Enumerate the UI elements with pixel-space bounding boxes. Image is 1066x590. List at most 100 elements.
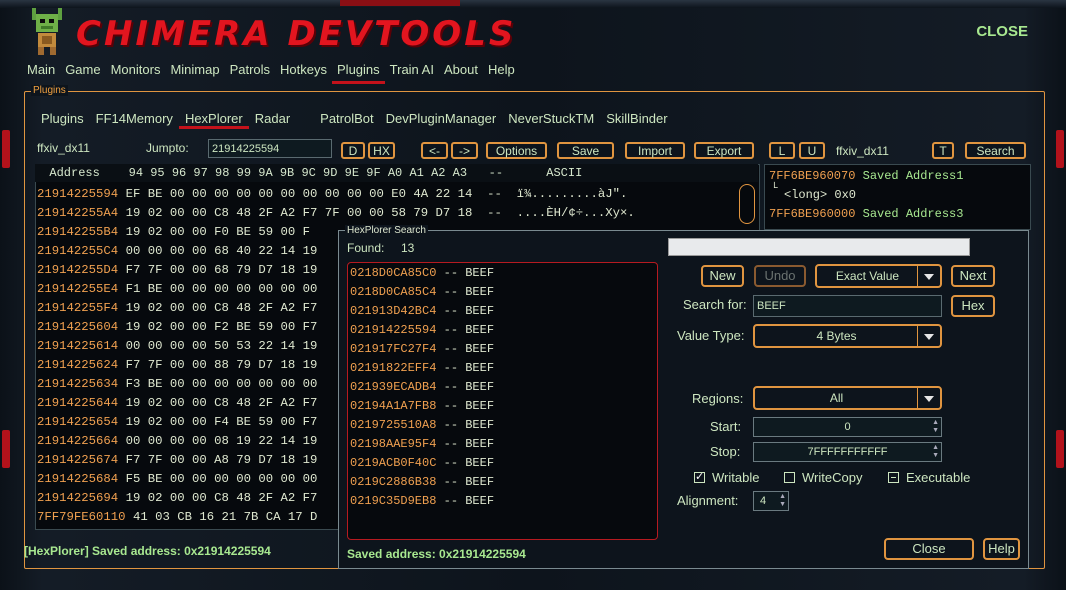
help-button[interactable]: Help [983,538,1020,560]
tab-neverstucktm[interactable]: NeverStuckTM [502,111,600,129]
menu-minimap[interactable]: Minimap [165,62,224,84]
result-value: -- BEEF [436,399,495,413]
jumpto-input[interactable] [208,139,332,158]
writecopy-checkbox[interactable] [784,472,795,483]
hex-row[interactable]: 21914225634 F3 BE 00 00 00 00 00 00 00 [37,375,317,394]
result-value: -- BEEF [436,437,495,451]
result-address: 0219C35D9EB8 [350,494,437,508]
result-item[interactable]: 021939ECADB4 -- BEEF [350,378,494,397]
found-label: Found: [347,241,385,255]
result-item[interactable]: 0219ACB0F40C -- BEEF [350,454,494,473]
menu-game[interactable]: Game [60,62,105,84]
hex-row[interactable]: 21914225604 19 02 00 00 F2 BE 59 00 F7 [37,318,317,337]
tab-devpluginmanager[interactable]: DevPluginManager [380,111,503,129]
hex-row[interactable]: 21914225624 F7 7F 00 00 88 79 D7 18 19 [37,356,317,375]
hex-row[interactable]: 21914225664 00 00 00 00 08 19 22 14 19 [37,432,317,451]
hex-row-bytes: 41 03 CB 16 21 7B CA 17 D [125,510,318,524]
new-scan-button[interactable]: New [701,265,744,287]
result-item[interactable]: 0218D0CA85C0 -- BEEF [350,264,494,283]
options-button[interactable]: Options [486,142,547,159]
tab-radar[interactable]: Radar [249,111,296,129]
hex-row[interactable]: 21914225644 19 02 00 00 C8 48 2F A2 F7 [37,394,317,413]
result-item[interactable]: 0219C2886B38 -- BEEF [350,473,494,492]
result-item[interactable]: 0219725510A8 -- BEEF [350,416,494,435]
result-item[interactable]: 0219C35D9EB8 -- BEEF [350,492,494,511]
hex-toggle-button[interactable]: Hex [951,295,995,317]
hex-row[interactable]: 219142255F4 19 02 00 00 C8 48 2F A2 F7 [37,299,317,318]
hex-row-bytes: EF BE 00 00 00 00 00 00 00 00 00 00 E0 4… [118,187,628,201]
start-address-stepper[interactable]: 0 ▲ ▼ [753,417,942,437]
menu-hotkeys[interactable]: Hotkeys [275,62,332,84]
hex-row[interactable]: 219142255D4 F7 7F 00 00 68 79 D7 18 19 [37,261,317,280]
hex-row[interactable]: 21914225594 EF BE 00 00 00 00 00 00 00 0… [37,185,627,204]
start-label: Start: [710,419,742,434]
export-button[interactable]: Export [694,142,754,159]
back-button[interactable]: <- [421,142,448,159]
menu-about[interactable]: About [439,62,483,84]
undo-button[interactable]: Undo [754,265,806,287]
close-app-button[interactable]: CLOSE [976,23,1028,40]
menu-monitors[interactable]: Monitors [106,62,166,84]
hex-row[interactable]: 219142255C4 00 00 00 00 68 40 22 14 19 [37,242,317,261]
result-address: 0219C2886B38 [350,475,437,489]
forward-button[interactable]: -> [451,142,478,159]
hx-button[interactable]: HX [368,142,395,159]
result-item[interactable]: 02194A1A7FB8 -- BEEF [350,397,494,416]
tab-plugins[interactable]: Plugins [35,111,90,129]
hex-row-bytes: 19 02 00 00 F4 BE 59 00 F7 [118,415,318,429]
t-button[interactable]: T [932,142,954,159]
next-scan-button[interactable]: Next [951,265,995,287]
stop-address-stepper[interactable]: 7FFFFFFFFFFF ▲ ▼ [753,442,942,462]
writable-checkbox[interactable]: ✓ [694,472,705,483]
save-button[interactable]: Save [557,142,614,159]
hex-row[interactable]: 21914225614 00 00 00 00 50 53 22 14 19 [37,337,317,356]
tab-ff14memory[interactable]: FF14Memory [90,111,179,129]
result-value: -- BEEF [436,304,495,318]
result-item[interactable]: 0218D0CA85C4 -- BEEF [350,283,494,302]
executable-label: Executable [906,470,971,485]
hex-row[interactable]: 7FF79FE60110 41 03 CB 16 21 7B CA 17 D [37,508,317,527]
menu-help[interactable]: Help [483,62,520,84]
hex-row[interactable]: 21914225684 F5 BE 00 00 00 00 00 00 00 [37,470,317,489]
hex-row[interactable]: 219142255E4 F1 BE 00 00 00 00 00 00 00 [37,280,317,299]
search-for-input[interactable] [753,295,942,317]
alignment-stepper[interactable]: 4 ▲ ▼ [753,491,789,511]
close-dialog-button[interactable]: Close [884,538,974,560]
import-button[interactable]: Import [625,142,685,159]
result-item[interactable]: 02198AAE95F4 -- BEEF [350,435,494,454]
saved-address-item[interactable]: 7FF6BE960070 Saved Address1 [769,169,963,183]
result-item[interactable]: 021914225594 -- BEEF [350,321,494,340]
hex-row[interactable]: 21914225694 19 02 00 00 C8 48 2F A2 F7 [37,489,317,508]
menu-patrols[interactable]: Patrols [225,62,275,84]
spin-arrows-icon[interactable]: ▲ ▼ [932,419,939,435]
u-button[interactable]: U [799,142,825,159]
hex-row[interactable]: 21914225654 19 02 00 00 F4 BE 59 00 F7 [37,413,317,432]
saved-address-item[interactable]: 7FF6BE960000 Saved Address3 [769,207,963,221]
l-button[interactable]: L [769,142,795,159]
spin-arrows-icon[interactable]: ▲ ▼ [779,493,786,509]
menu-plugins[interactable]: Plugins [332,62,385,84]
result-item[interactable]: 021917FC27F4 -- BEEF [350,340,494,359]
executable-checkbox[interactable] [888,472,899,483]
hex-scrollbar[interactable] [739,184,755,224]
d-button[interactable]: D [341,142,365,159]
hex-row[interactable]: 219142255A4 19 02 00 00 C8 48 2F A2 F7 7… [37,204,635,223]
result-item[interactable]: 021913D42BC4 -- BEEF [350,302,494,321]
hex-row-address: 21914225694 [37,491,119,505]
scan-type-select[interactable]: Exact Value [815,264,942,288]
spin-arrows-icon[interactable]: ▲ ▼ [932,444,939,460]
hex-row[interactable]: 21914225674 F7 7F 00 00 A8 79 D7 18 19 [37,451,317,470]
regions-select[interactable]: All [753,386,942,410]
saved-addresses-list[interactable]: 7FF6BE960070 Saved Address1 └ <long> 0x0… [764,164,1031,230]
chimera-logo-icon [32,8,62,55]
process-name-secondary: ffxiv_dx11 [836,144,889,158]
tab-skillbinder[interactable]: SkillBinder [600,111,673,129]
result-item[interactable]: 02191822EFF4 -- BEEF [350,359,494,378]
tab-hexplorer[interactable]: HexPlorer [178,111,249,129]
search-button[interactable]: Search [965,142,1026,159]
menu-train-ai[interactable]: Train AI [385,62,439,84]
tab-patrolbot[interactable]: PatrolBot [314,111,379,129]
hex-row[interactable]: 219142255B4 19 02 00 00 F0 BE 59 00 F [37,223,310,242]
menu-main[interactable]: Main [22,62,60,84]
value-type-select[interactable]: 4 Bytes [753,324,942,348]
